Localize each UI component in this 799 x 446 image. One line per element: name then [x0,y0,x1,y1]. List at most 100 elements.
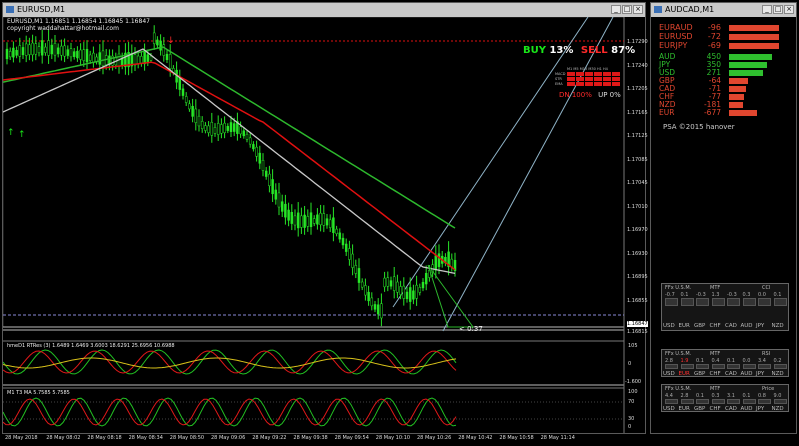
candle-body [12,47,15,58]
chart-window-audcad[interactable]: AUDCAD,M1 _ □ × EURAUD -96 EURUSD -72 EU… [650,2,797,434]
signal-cell [576,72,584,76]
signal-grid: M1 M5 M15 M30 H1 H4 MACD STR EMA [555,67,623,89]
candle-body [242,130,246,137]
pair-row: EURUSD -72 [659,32,789,41]
candle-body [5,48,9,60]
candle-body [360,281,364,288]
currency-strength-row: CHF -77 [659,93,789,101]
candle-body [229,122,233,132]
usm-cell [696,399,709,404]
candle-body [184,96,188,103]
usm-cell [696,364,709,369]
signal-cell [585,82,593,86]
usm-cell [758,364,771,369]
candle-body [332,217,335,233]
candle-body [309,212,313,228]
maximize-button[interactable]: □ [622,5,632,14]
ma-green-line [3,46,456,229]
candle-body [40,40,44,56]
usm-currency: EUR [678,371,690,377]
signal-cell [594,72,602,76]
candle-body [76,50,79,59]
currency-strength-bar [729,102,743,108]
price-scale[interactable]: 1.17290 1.17240 1.17205 1.17165 1.17125 1.170… [627,17,648,335]
time-axis-label: 28 May 10:26 [417,435,452,441]
candlestick-series [5,25,457,327]
candle-body [245,133,249,140]
candle-body [380,303,383,319]
audcad-maximize-button[interactable]: □ [773,5,783,14]
pair-list: EURAUD -96 EURUSD -72 EURJPY -69 [659,23,789,50]
candle-body [408,287,412,302]
minimize-button[interactable]: _ [611,5,621,14]
candle-body [200,121,204,129]
price-scale-label: 1.17165 [627,109,648,116]
down-percent: DN 100% [559,91,592,99]
signal-cell [576,82,584,86]
price-scale-label: 1.16970 [627,227,648,233]
oscillator-2-label: M1 T3 MA 5.7585 5.7585 [7,390,70,396]
candle-body [56,47,60,55]
osc1-scale-bot: -1.600 [625,379,642,385]
candle-body [341,237,345,246]
osc2-scale-30: 30 [628,416,635,422]
chart-window-eurusd[interactable]: EURUSD,M1 _ □ × ↓ ↑ ↑ EURUSD,M1 1.16851 … [2,2,648,441]
pair-name: EURAUD [659,23,693,32]
usm-cell [711,399,725,404]
usm-panel-indicator: CCI [762,285,771,291]
candle-body [34,43,38,55]
audcad-minimize-button[interactable]: _ [762,5,772,14]
candle-body [136,55,140,65]
osc1-scale-top: 105 [628,343,638,349]
candle-body [232,123,236,132]
usm-cell [758,298,771,306]
chart-window-titlebar[interactable]: EURUSD,M1 _ □ × [3,3,645,17]
usm-cell [711,364,725,369]
usm-cell [758,399,771,404]
audcad-close-button[interactable]: × [784,5,794,14]
pair-value: -69 [707,41,721,50]
close-button[interactable]: × [633,5,643,14]
currency-strength-bar [729,54,772,60]
signal-cell [567,72,575,76]
candle-body [351,253,354,268]
time-axis[interactable]: 28 May 2018 28 May 08:02 28 May 08:18 28 Ma… [3,435,625,445]
candle-body [152,32,156,44]
time-axis-label: 28 May 08:02 [46,435,81,441]
candle-body [316,214,319,225]
usm-currency: USD [663,371,675,377]
candle-body [18,45,22,57]
usm-currency: JPY [756,371,765,377]
candle-body [197,115,201,127]
candle-body [344,243,348,252]
sell-label: SELL [580,45,608,56]
candle-body [101,50,105,67]
candle-body [290,212,294,224]
candle-body [405,291,409,300]
candle-body [335,228,338,234]
price-scale-label: 1.16930 [627,250,648,257]
price-scale-label: 1.17010 [627,203,648,210]
signal-cell [612,77,620,81]
signal-cell [594,77,602,81]
signal-cell [603,77,611,81]
price-chart[interactable]: ↓ ↑ ↑ [3,17,645,433]
sell-arrow-icon: ↓ [167,36,175,46]
currency-strength-bar [729,70,763,76]
candle-body [53,43,57,56]
candle-body [82,49,86,61]
usm-panel-mtf: MTF [710,386,721,392]
direction-summary: DN 100% UP 0% [559,91,621,99]
audcad-window-title: AUDCAD,M1 [665,5,715,14]
candle-body [216,123,220,135]
candle-body [50,44,54,55]
signal-summary: BUY 13% SELL 87% [523,45,635,56]
usm-panel-indicator: Price [762,386,775,392]
audcad-window-titlebar[interactable]: AUDCAD,M1 _ □ × [651,3,796,17]
signal-cell [576,77,584,81]
candle-body [370,297,374,307]
usm-currency: JPY [756,323,765,329]
candle-body [386,277,390,287]
osc1-scale-mid: 0 [628,361,632,367]
candle-body [312,218,316,224]
